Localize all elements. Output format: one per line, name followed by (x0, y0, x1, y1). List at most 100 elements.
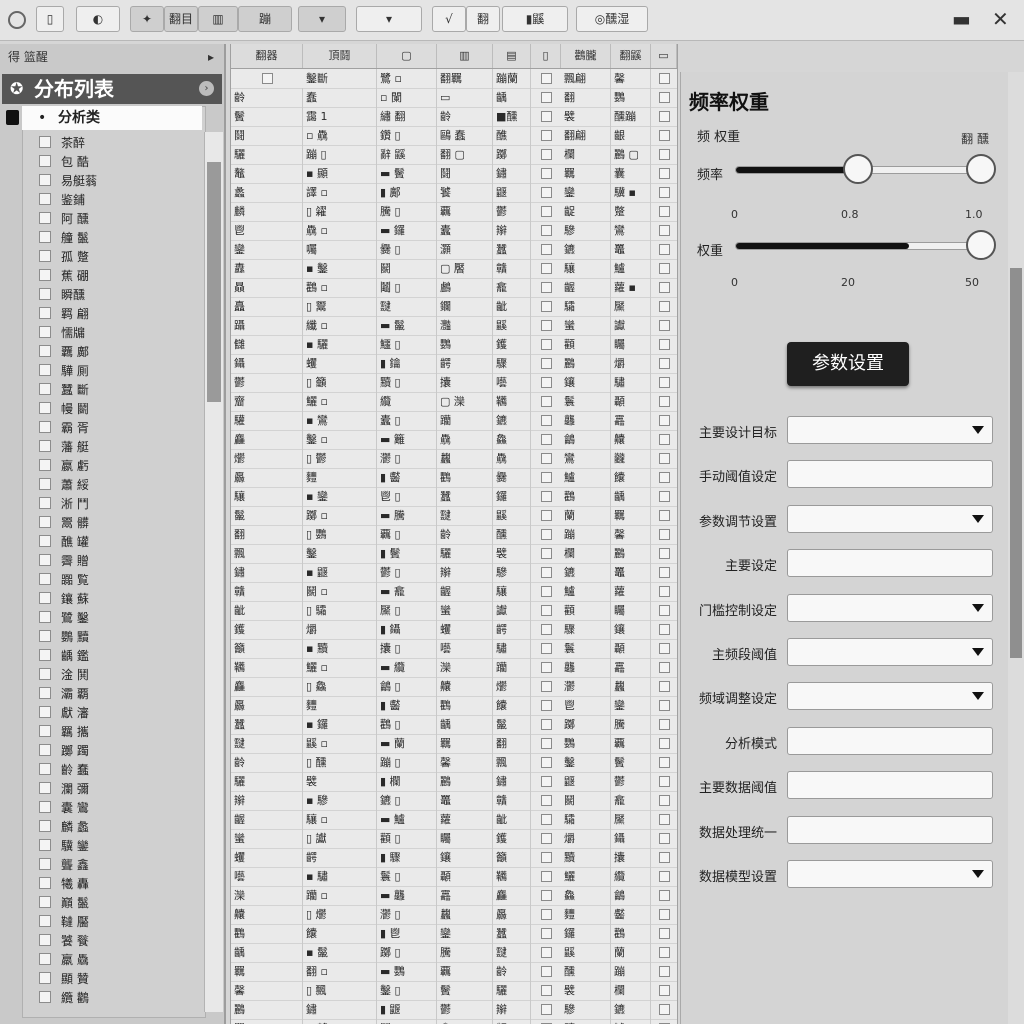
slider1-handle-high[interactable] (965, 154, 996, 184)
row-checkbox[interactable] (540, 776, 552, 787)
table-row[interactable]: 厵麷 ▮ 齾鸜爨 鱸饢 (231, 468, 677, 488)
checkbox[interactable] (39, 763, 51, 775)
row-checkbox[interactable] (658, 567, 670, 578)
table-row[interactable]: 飄鑿 ▮ 鬢驪襞 欄鸝 (231, 544, 677, 564)
row-checkbox[interactable] (658, 206, 670, 217)
checkbox[interactable] (39, 820, 51, 832)
row-checkbox[interactable] (658, 491, 670, 502)
table-row[interactable]: 鬪 ▫ 驫鑽 ▯ 鷗 蠢醮 翻翩齦 (231, 126, 677, 146)
table-row[interactable]: 鼇 ▪ 顯 ▬ 鬢鬪鏽 羈囊 (231, 164, 677, 184)
checkbox[interactable] (39, 402, 51, 414)
text-field[interactable] (787, 549, 993, 578)
row-checkbox[interactable] (658, 700, 670, 711)
toolbar-button-9[interactable]: 翻 (466, 6, 500, 32)
checkbox[interactable] (39, 364, 51, 376)
list-item[interactable]: 茶醉 (37, 133, 203, 152)
row-checkbox[interactable] (540, 206, 552, 217)
checkbox[interactable] (39, 497, 51, 509)
table-row[interactable]: 齉 ▯ 爩灪 ▯ 蠿厵 麷齾 (231, 905, 677, 925)
toolbar-button-11[interactable]: ◎醺湿 (576, 6, 648, 32)
row-checkbox[interactable] (540, 263, 552, 274)
checkbox[interactable] (39, 193, 51, 205)
row-checkbox[interactable] (540, 358, 552, 369)
checkbox[interactable] (39, 421, 51, 433)
row-checkbox[interactable] (658, 681, 670, 692)
checkbox[interactable] (39, 649, 51, 661)
table-row[interactable]: 纛 ▪ 鑿鬭 ▢ 饜贛 驤鱸 (231, 259, 677, 279)
list-item[interactable]: 聾 鑫 (37, 855, 203, 874)
list-item[interactable]: 覊 鄺 (37, 342, 203, 361)
row-checkbox[interactable] (658, 662, 670, 673)
checkbox[interactable] (39, 611, 51, 623)
toolbar-button-1[interactable]: ▯ (36, 6, 64, 32)
checkbox[interactable] (39, 782, 51, 794)
row-checkbox[interactable] (540, 244, 552, 255)
slider2-track[interactable] (735, 242, 991, 250)
row-checkbox[interactable] (658, 871, 670, 882)
checkbox[interactable] (39, 630, 51, 642)
row-checkbox[interactable] (658, 985, 670, 996)
row-checkbox[interactable] (658, 814, 670, 825)
sidebar-scrollbar[interactable] (204, 132, 223, 1012)
row-checkbox[interactable] (658, 1004, 670, 1015)
table-row[interactable]: 翻 ▯ 鸚覊 ▯ 齡醺 蹦馨 (231, 525, 677, 545)
row-checkbox[interactable] (658, 149, 670, 160)
checkbox[interactable] (39, 459, 51, 471)
dropdown-field[interactable] (787, 593, 993, 622)
row-checkbox[interactable] (658, 244, 670, 255)
table-row[interactable]: 蠡譯 ▫ ▮ 鄺饕鼴 鑾驥 ▪ (231, 183, 677, 203)
row-checkbox[interactable] (540, 491, 552, 502)
parameter-settings-button[interactable]: 参数设置 (787, 342, 909, 386)
checkbox[interactable] (39, 687, 51, 699)
row-checkbox[interactable] (658, 396, 670, 407)
checkbox[interactable] (39, 668, 51, 680)
sidebar-header[interactable]: ✪ 分布列表 › (2, 74, 222, 104)
row-checkbox[interactable] (658, 320, 670, 331)
row-checkbox[interactable] (658, 852, 670, 863)
row-checkbox[interactable] (540, 282, 552, 293)
column-header[interactable]: ▭ (651, 44, 677, 68)
row-checkbox[interactable] (540, 985, 552, 996)
row-checkbox[interactable] (658, 510, 670, 521)
table-row[interactable]: 驪襞 ▮ 欄鸝鏽 鼴鬱 (231, 772, 677, 792)
row-checkbox[interactable] (540, 700, 552, 711)
toolbar-button-4[interactable]: 翻目 (164, 6, 198, 32)
checkbox[interactable] (39, 706, 51, 718)
list-item[interactable]: 饕 餮 (37, 931, 203, 950)
checkbox[interactable] (39, 440, 51, 452)
table-row[interactable]: 齏鱺 ▫ 纜 ▢ 灤韉 鬟顳 (231, 392, 677, 412)
table-row[interactable]: 厵麷 ▮ 齾鸜饢 鬯鑾 (231, 696, 677, 716)
row-checkbox[interactable] (658, 92, 670, 103)
row-checkbox[interactable] (540, 586, 552, 597)
table-row[interactable]: 讎 ▪ 驪鱷 ▯ 鸚鑊 顴矚 (231, 335, 677, 355)
column-header[interactable]: ▢ (377, 44, 437, 68)
row-checkbox[interactable] (540, 339, 552, 350)
list-item[interactable]: 鉴鋪 (37, 190, 203, 209)
list-item[interactable]: 驊 厠 (37, 361, 203, 380)
row-checkbox[interactable] (658, 130, 670, 141)
pin-icon[interactable]: ▸ (208, 44, 214, 70)
row-checkbox[interactable] (658, 548, 670, 559)
row-checkbox[interactable] (540, 662, 552, 673)
list-item[interactable]: 嬴 虧 (37, 456, 203, 475)
list-item[interactable]: 阿 醺 (37, 209, 203, 228)
row-checkbox[interactable] (540, 92, 552, 103)
table-row[interactable]: 籲 ▪ 黷攮 ▯ 囈驌 鬟顳 (231, 639, 677, 659)
list-item[interactable]: 懦牖 (37, 323, 203, 342)
checkbox[interactable] (39, 250, 51, 262)
row-checkbox[interactable] (540, 320, 552, 331)
table-row[interactable]: 驤 ▪ 鑾鬯 ▯ 蠶鑼 鸛齲 (231, 487, 677, 507)
table-row[interactable]: 鼉▪ 贛鬭 ▯龕齷 驤鱸 (231, 1019, 677, 1024)
slider2-handle[interactable] (965, 230, 996, 260)
list-item[interactable]: 淅 鬥 (37, 494, 203, 513)
row-checkbox[interactable] (658, 947, 670, 958)
table-row[interactable]: 鬯驫 ▫ ▬ 鑼蠹辮 驂鸞 (231, 221, 677, 241)
table-row[interactable]: 鬢靄 1繡 翻齡 ■醺 襞醺蹦 (231, 107, 677, 127)
row-checkbox[interactable] (658, 738, 670, 749)
table-row[interactable]: 囈 ▪ 驌鬟 ▯ 顳韉 鱺纜 (231, 867, 677, 887)
list-item[interactable]: 包 酷 (37, 152, 203, 171)
checkbox[interactable] (39, 535, 51, 547)
checkbox[interactable] (39, 877, 51, 889)
row-checkbox[interactable] (658, 795, 670, 806)
list-item[interactable]: 齡 蠢 (37, 760, 203, 779)
